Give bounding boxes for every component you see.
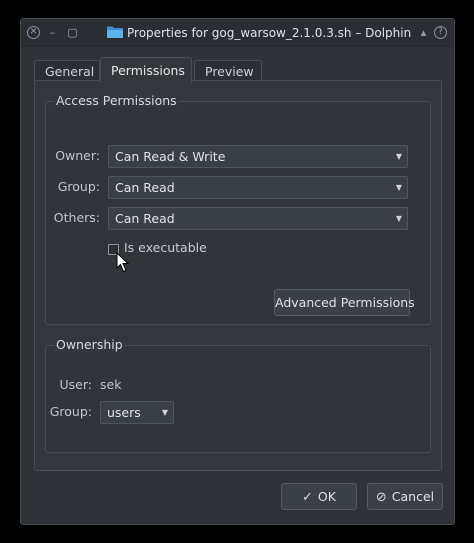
folder-icon xyxy=(107,26,123,38)
others-label: Others: xyxy=(53,210,100,225)
close-window-button[interactable]: ✕ xyxy=(27,26,40,39)
tab-permissions-label: Permissions xyxy=(111,63,185,78)
advanced-permissions-button[interactable]: Advanced Permissions xyxy=(274,289,415,316)
tab-general-label: General xyxy=(45,64,95,79)
group-permission-select[interactable]: Can Read ▼ xyxy=(108,176,408,199)
properties-dialog: ✕ – ▢ Properties for gog_warsow_2.1.0.3.… xyxy=(20,18,455,525)
cancel-icon: ⊘ xyxy=(375,490,387,505)
ownership-group-label: Group: xyxy=(49,404,92,419)
owner-permission-value: Can Read & Write xyxy=(115,149,226,164)
group-permission-value: Can Read xyxy=(115,180,175,195)
access-permissions-group: Access Permissions Owner: Can Read & Wri… xyxy=(45,93,431,325)
others-permission-select[interactable]: Can Read ▼ xyxy=(108,207,408,230)
checkmark-icon: ✓ xyxy=(302,490,313,505)
help-button[interactable]: ? xyxy=(434,26,447,39)
cancel-button[interactable]: ⊘ Cancel xyxy=(367,483,443,510)
access-permissions-title: Access Permissions xyxy=(54,93,179,108)
chevron-down-icon: ▼ xyxy=(395,183,403,192)
ownership-group: Ownership User: sek Group: users ▼ xyxy=(45,337,431,453)
owner-label: Owner: xyxy=(55,148,100,163)
chevron-down-icon: ▼ xyxy=(395,152,403,161)
permissions-panel: Access Permissions Owner: Can Read & Wri… xyxy=(34,80,442,471)
help-icon: ? xyxy=(438,27,443,37)
chevron-up-icon: ▴ xyxy=(420,26,427,39)
close-icon: ✕ xyxy=(29,27,38,37)
tab-preview[interactable]: Preview xyxy=(194,60,262,82)
tab-permissions[interactable]: Permissions xyxy=(100,57,192,83)
window-menu-button[interactable]: ▴ xyxy=(417,26,430,39)
minimize-window-button[interactable]: – xyxy=(46,26,59,39)
minimize-icon: – xyxy=(49,26,56,39)
ownership-group-value: users xyxy=(107,405,141,420)
mouse-pointer-icon xyxy=(116,252,130,273)
ownership-title: Ownership xyxy=(54,337,125,352)
cancel-label: Cancel xyxy=(391,489,435,504)
ok-label: OK xyxy=(317,489,336,504)
title-bar[interactable]: ✕ – ▢ Properties for gog_warsow_2.1.0.3.… xyxy=(21,19,454,47)
tab-preview-label: Preview xyxy=(205,64,254,79)
group-label: Group: xyxy=(57,179,100,194)
ownership-group-select[interactable]: users ▼ xyxy=(100,401,174,424)
advanced-permissions-label: Advanced Permissions xyxy=(275,295,415,310)
user-label: User: xyxy=(59,377,92,392)
ok-button[interactable]: ✓ OK xyxy=(281,483,357,510)
chevron-down-icon: ▼ xyxy=(395,214,403,223)
owner-permission-select[interactable]: Can Read & Write ▼ xyxy=(108,145,408,168)
chevron-down-icon: ▼ xyxy=(161,408,169,417)
window-title: Properties for gog_warsow_2.1.0.3.sh – D… xyxy=(127,26,412,40)
others-permission-value: Can Read xyxy=(115,211,175,226)
is-executable-label[interactable]: Is executable xyxy=(124,240,207,255)
tab-general[interactable]: General xyxy=(34,60,100,82)
maximize-icon: ▢ xyxy=(67,26,78,39)
maximize-window-button[interactable]: ▢ xyxy=(66,26,79,39)
user-value: sek xyxy=(100,377,122,392)
